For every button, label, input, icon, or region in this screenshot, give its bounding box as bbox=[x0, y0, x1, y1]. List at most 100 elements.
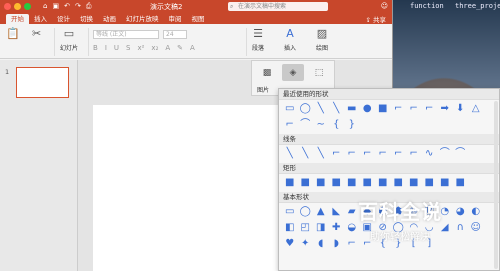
shape-option-icon[interactable]: ■ bbox=[344, 176, 360, 190]
shape-option-icon[interactable]: ■ bbox=[360, 176, 376, 190]
shape-option-icon[interactable]: ⌒ bbox=[298, 118, 314, 132]
shape-option-icon[interactable]: ╲ bbox=[313, 147, 329, 161]
shape-option-icon[interactable]: ⌐ bbox=[375, 147, 391, 161]
save-icon[interactable]: ▣ bbox=[52, 2, 59, 11]
tab-slideshow[interactable]: 幻灯片放映 bbox=[121, 14, 164, 24]
shape-option-icon[interactable]: { bbox=[329, 118, 345, 132]
shape-option-icon[interactable]: ◨ bbox=[313, 221, 329, 235]
shape-option-icon[interactable]: ⌐ bbox=[360, 147, 376, 161]
shape-option-icon[interactable]: ▲ bbox=[313, 205, 329, 219]
shape-option-icon[interactable]: ✦ bbox=[298, 237, 314, 251]
shape-option-icon[interactable]: ∼ bbox=[313, 118, 329, 132]
shape-option-icon[interactable]: ⌐ bbox=[344, 147, 360, 161]
desktop-file-three-project[interactable]: three_project bbox=[455, 2, 500, 10]
tab-home[interactable]: 开始 bbox=[6, 14, 29, 24]
shape-option-icon[interactable]: ⌐ bbox=[406, 147, 422, 161]
home-icon[interactable]: ⌂ bbox=[43, 2, 47, 11]
format-painter-button[interactable]: ✂ bbox=[32, 27, 41, 43]
shape-option-icon[interactable]: ╲ bbox=[282, 147, 298, 161]
shape-option-icon[interactable]: ⌐ bbox=[391, 102, 407, 116]
insert-button[interactable]: A 插入 bbox=[284, 27, 296, 52]
shape-option-icon[interactable]: ⌐ bbox=[391, 147, 407, 161]
shape-option-icon[interactable]: ◰ bbox=[298, 221, 314, 235]
draw-button[interactable]: ▨ 绘图 bbox=[316, 27, 328, 52]
shape-option-icon[interactable]: ☺ bbox=[468, 221, 484, 235]
undo-icon[interactable]: ↶ bbox=[64, 2, 70, 11]
tab-design[interactable]: 设计 bbox=[52, 14, 75, 24]
shape-option-icon[interactable]: ■ bbox=[437, 176, 453, 190]
shape-option-icon[interactable]: ■ bbox=[313, 176, 329, 190]
new-slide-button[interactable]: ▭ 幻灯片 bbox=[60, 27, 78, 52]
minimize-button[interactable] bbox=[14, 3, 21, 10]
shape-option-icon[interactable]: ╲ bbox=[313, 102, 329, 116]
highlight-icon[interactable]: ✎ bbox=[177, 44, 183, 52]
shape-option-icon[interactable]: ■ bbox=[453, 176, 469, 190]
shape-option-icon[interactable]: ▭ bbox=[282, 102, 298, 116]
panel-scrollbar[interactable] bbox=[494, 101, 498, 269]
shape-option-icon[interactable]: ◐ bbox=[468, 205, 484, 219]
font-family-select[interactable]: 等线 (正文) bbox=[93, 30, 159, 39]
underline-icon[interactable]: U bbox=[114, 44, 119, 52]
shape-option-icon[interactable]: ● bbox=[360, 102, 376, 116]
print-icon[interactable]: ⎙ bbox=[86, 2, 92, 11]
shape-option-icon[interactable]: ◯ bbox=[298, 205, 314, 219]
textbox-button[interactable]: ⬚ bbox=[308, 64, 330, 81]
shape-option-icon[interactable]: ♥ bbox=[282, 237, 298, 251]
font-size-select[interactable]: 24 bbox=[163, 30, 187, 39]
desktop-file-function[interactable]: function bbox=[410, 2, 444, 10]
picture-button[interactable]: ▩ bbox=[256, 64, 278, 81]
subscript-icon[interactable]: x₂ bbox=[151, 44, 158, 52]
slide-thumbnail[interactable] bbox=[16, 67, 69, 98]
bold-icon[interactable]: B bbox=[93, 44, 98, 52]
shape-option-icon[interactable]: ◧ bbox=[282, 221, 298, 235]
tab-transitions[interactable]: 切换 bbox=[75, 14, 98, 24]
tab-animations[interactable]: 动画 bbox=[98, 14, 121, 24]
italic-icon[interactable]: I bbox=[105, 44, 107, 52]
shape-option-icon[interactable]: ◖ bbox=[313, 237, 329, 251]
shape-option-icon[interactable]: ■ bbox=[391, 176, 407, 190]
shape-option-icon[interactable]: ▭ bbox=[282, 205, 298, 219]
shape-option-icon[interactable]: ■ bbox=[298, 176, 314, 190]
text-effect-icon[interactable]: A bbox=[165, 44, 170, 52]
share-button[interactable]: ⇪ 共享 bbox=[365, 14, 386, 24]
shape-option-icon[interactable]: ▬ bbox=[344, 102, 360, 116]
shape-option-icon[interactable]: ╲ bbox=[329, 102, 345, 116]
shape-option-icon[interactable]: ◯ bbox=[298, 102, 314, 116]
paste-button[interactable]: 📋 bbox=[6, 27, 20, 43]
font-color-icon[interactable]: A bbox=[190, 44, 195, 52]
shape-option-icon[interactable]: ∿ bbox=[422, 147, 438, 161]
tab-review[interactable]: 审阅 bbox=[164, 14, 187, 24]
shape-option-icon[interactable]: ■ bbox=[375, 102, 391, 116]
shape-option-icon[interactable]: ╲ bbox=[298, 147, 314, 161]
tab-insert[interactable]: 插入 bbox=[29, 14, 52, 24]
redo-icon[interactable]: ↷ bbox=[75, 2, 81, 11]
tab-view[interactable]: 视图 bbox=[187, 14, 210, 24]
search-input[interactable]: ⌕ 在演示文稿中搜索 bbox=[228, 2, 328, 11]
shapes-button[interactable]: ◈ bbox=[282, 64, 304, 81]
close-button[interactable] bbox=[4, 3, 11, 10]
shape-option-icon[interactable]: ⬇ bbox=[453, 102, 469, 116]
shape-option-icon[interactable]: ⌒ bbox=[437, 147, 453, 161]
strike-icon[interactable]: S bbox=[126, 44, 130, 52]
shape-option-icon[interactable]: ⌐ bbox=[422, 102, 438, 116]
draw-label: 绘图 bbox=[316, 45, 329, 52]
paragraph-icon: ☰ bbox=[253, 27, 263, 40]
paragraph-button[interactable]: ☰ 段落 bbox=[252, 27, 264, 52]
superscript-icon[interactable]: x² bbox=[137, 44, 144, 52]
shape-option-icon[interactable]: ⌐ bbox=[406, 102, 422, 116]
shape-option-icon[interactable]: ■ bbox=[282, 176, 298, 190]
shape-option-icon[interactable]: ■ bbox=[375, 176, 391, 190]
quick-access-toolbar: ⌂ ▣ ↶ ↷ ⎙ bbox=[43, 2, 91, 11]
shape-option-icon[interactable]: ■ bbox=[329, 176, 345, 190]
shape-option-icon[interactable]: ⌐ bbox=[329, 147, 345, 161]
account-icon[interactable]: ☺ bbox=[381, 2, 388, 10]
shape-option-icon[interactable]: ⌒ bbox=[453, 147, 469, 161]
shape-option-icon[interactable]: ⌐ bbox=[282, 118, 298, 132]
shape-option-icon[interactable]: ➡ bbox=[437, 102, 453, 116]
shape-option-icon[interactable]: } bbox=[344, 118, 360, 132]
insert-text-icon: A bbox=[286, 27, 294, 40]
shape-option-icon[interactable]: △ bbox=[468, 102, 484, 116]
shape-option-icon[interactable]: ■ bbox=[406, 176, 422, 190]
shape-option-icon[interactable]: ■ bbox=[422, 176, 438, 190]
zoom-button[interactable] bbox=[24, 3, 31, 10]
